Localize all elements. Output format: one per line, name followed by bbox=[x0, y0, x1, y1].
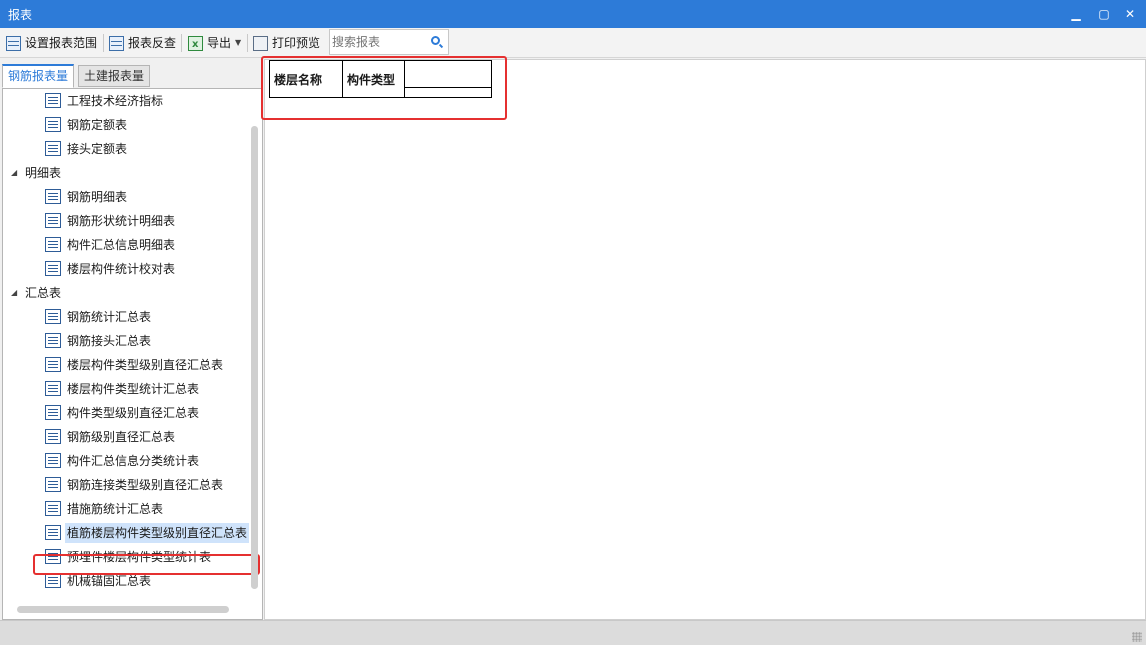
tree-report-item-label: 构件汇总信息明细表 bbox=[67, 238, 176, 252]
export-label: 导出 bbox=[207, 36, 232, 50]
toolbar-divider bbox=[181, 34, 182, 52]
tree-report-item-label: 工程技术经济指标 bbox=[67, 94, 164, 108]
status-bar bbox=[0, 620, 1146, 645]
report-navigation-panel: 钢筋报表量 土建报表量 工程技术经济指标 钢筋定额表 接头定额表 ◢ 明细表 钢筋明细表钢… bbox=[0, 59, 263, 620]
close-icon[interactable]: ✕ bbox=[1120, 4, 1140, 24]
document-icon bbox=[45, 501, 61, 516]
tree-report-item-label: 构件汇总信息分类统计表 bbox=[67, 454, 200, 468]
tree-report-item-label: 钢筋形状统计明细表 bbox=[67, 214, 176, 228]
tree-report-item-label: 构件类型级别直径汇总表 bbox=[67, 406, 200, 420]
document-icon bbox=[45, 237, 61, 252]
toolbar: 设置报表范围 报表反查 导出 ▼ 打印预览 bbox=[0, 28, 1146, 58]
document-icon bbox=[45, 477, 61, 492]
search-icon[interactable] bbox=[431, 36, 440, 45]
report-tree: 工程技术经济指标 钢筋定额表 接头定额表 ◢ 明细表 钢筋明细表 钢筋形状统计明细表 构件汇总… bbox=[2, 88, 263, 620]
excel-icon bbox=[188, 35, 203, 55]
document-icon bbox=[45, 213, 61, 228]
title-bar: 报表 ▁ ▢ ✕ bbox=[0, 0, 1146, 28]
document-icon bbox=[45, 189, 61, 204]
document-icon bbox=[45, 93, 61, 108]
document-icon bbox=[45, 573, 61, 588]
resize-grip-icon[interactable] bbox=[1132, 632, 1142, 642]
selected-report-highlight bbox=[33, 554, 260, 575]
triangle-down-icon[interactable]: ◢ bbox=[11, 281, 17, 305]
minimize-icon[interactable]: ▁ bbox=[1066, 4, 1086, 24]
print-preview-icon bbox=[253, 35, 268, 51]
tab-civil-report[interactable]: 土建报表量 bbox=[78, 65, 151, 87]
maximize-icon[interactable]: ▢ bbox=[1094, 4, 1114, 24]
report-header-highlight bbox=[261, 56, 507, 120]
vertical-scrollbar[interactable] bbox=[251, 126, 258, 589]
horizontal-scrollbar[interactable] bbox=[17, 606, 229, 613]
toolbar-divider bbox=[247, 34, 248, 52]
tree-report-item-label: 楼层构件类型级别直径汇总表 bbox=[67, 358, 224, 372]
tree-group-label: 明细表 bbox=[25, 166, 62, 180]
set-report-range-button[interactable]: 设置报表范围 bbox=[6, 33, 97, 53]
document-icon bbox=[45, 261, 61, 276]
document-icon bbox=[45, 309, 61, 324]
tree-report-item-label: 钢筋明细表 bbox=[67, 190, 128, 204]
grid-icon bbox=[6, 35, 21, 51]
toolbar-divider bbox=[103, 34, 104, 52]
tree-report-item-label: 钢筋连接类型级别直径汇总表 bbox=[67, 478, 224, 492]
tree-report-item-label: 钢筋统计汇总表 bbox=[67, 310, 152, 324]
tree-report-item-label: 楼层构件类型统计汇总表 bbox=[67, 382, 200, 396]
print-preview-button[interactable]: 打印预览 bbox=[253, 33, 320, 53]
window-title: 报表 bbox=[8, 8, 33, 22]
tab-rebar-report[interactable]: 钢筋报表量 bbox=[2, 64, 75, 88]
document-icon bbox=[45, 381, 61, 396]
document-icon bbox=[45, 333, 61, 348]
print-preview-label: 打印预览 bbox=[272, 36, 321, 50]
tree-group-label: 汇总表 bbox=[25, 286, 62, 300]
tree-report-item-label: 钢筋级别直径汇总表 bbox=[67, 430, 176, 444]
document-icon bbox=[45, 453, 61, 468]
search-box bbox=[329, 29, 449, 55]
search-input[interactable] bbox=[332, 33, 428, 51]
document-icon bbox=[45, 429, 61, 444]
report-reverse-check-button[interactable]: 报表反查 bbox=[109, 33, 176, 53]
export-dropdown-button[interactable]: 导出 ▼ bbox=[188, 33, 242, 55]
document-icon bbox=[45, 117, 61, 132]
tree-report-item-label: 接头定额表 bbox=[67, 142, 128, 156]
report-tabs: 钢筋报表量 土建报表量 bbox=[0, 59, 263, 89]
tree-report-item-label: 植筋楼层构件类型级别直径汇总表 bbox=[65, 523, 250, 543]
tree-report-item-label: 钢筋定额表 bbox=[67, 118, 128, 132]
report-preview-area: 楼层名称 构件类型 bbox=[261, 56, 1146, 620]
document-icon bbox=[45, 141, 61, 156]
tree-report-item-label: 楼层构件统计校对表 bbox=[67, 262, 176, 276]
table-search-icon bbox=[109, 35, 124, 51]
vertical-scrollbar-thumb[interactable] bbox=[251, 126, 258, 589]
report-reverse-check-label: 报表反查 bbox=[128, 36, 177, 50]
chevron-down-icon: ▼ bbox=[235, 38, 242, 47]
tree-report-item-label: 钢筋接头汇总表 bbox=[67, 334, 152, 348]
tree-report-item-label: 措施筋统计汇总表 bbox=[67, 502, 164, 516]
set-report-range-label: 设置报表范围 bbox=[25, 36, 98, 50]
triangle-down-icon[interactable]: ◢ bbox=[11, 161, 17, 185]
document-icon bbox=[45, 405, 61, 420]
document-icon bbox=[45, 525, 61, 540]
document-icon bbox=[45, 357, 61, 372]
